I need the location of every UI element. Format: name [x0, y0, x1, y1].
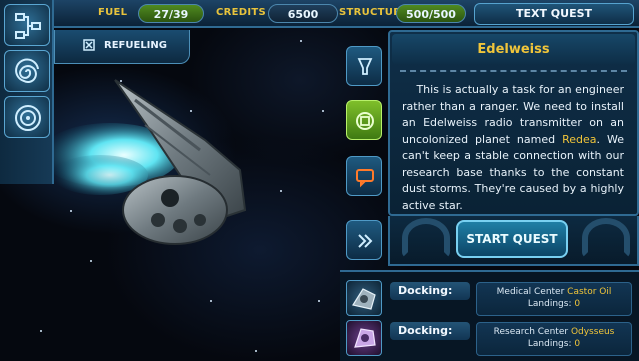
- place-type: Medical Center: [496, 287, 565, 297]
- quest-description[interactable]: This is actually a task for an engineer …: [402, 82, 624, 212]
- fuel-value: 27/39: [138, 4, 204, 23]
- place-name: Odysseus: [570, 327, 615, 337]
- landings-label: Landings:: [527, 299, 572, 309]
- player-ship: [40, 79, 247, 245]
- quest-tab-target[interactable]: [346, 100, 382, 140]
- place-type: Research Center: [493, 327, 569, 337]
- scanner-button[interactable]: [4, 96, 50, 138]
- chat-icon: [356, 169, 374, 188]
- gear-decoration-left: [402, 218, 450, 258]
- fuel-pump-icon: [83, 39, 95, 51]
- quest-tab-column: [340, 34, 388, 266]
- fuel-label: FUEL: [98, 7, 128, 18]
- credits-value: 6500: [268, 4, 338, 23]
- landings-value: 0: [574, 339, 581, 349]
- place-name: Castor Oil: [567, 287, 612, 297]
- divider: [400, 70, 627, 72]
- quest-tab-next[interactable]: [346, 220, 382, 260]
- docking-label: Docking:: [390, 322, 470, 340]
- network-map-icon: [15, 13, 41, 39]
- docking-info: Research Center Odysseus Landings: 0: [476, 322, 632, 356]
- hyperspace-button[interactable]: [4, 50, 50, 92]
- text-quest-tab[interactable]: TEXT QUEST: [474, 3, 634, 25]
- docking-label: Docking:: [390, 282, 470, 300]
- list-item[interactable]: Docking: Research Center Odysseus Landin…: [346, 320, 636, 360]
- goblet-icon: [357, 58, 373, 75]
- landings-value: 0: [574, 299, 581, 309]
- quest-tab-goblet[interactable]: [346, 46, 382, 86]
- start-quest-button[interactable]: START QUEST: [456, 220, 568, 258]
- list-item[interactable]: Docking: Medical Center Castor Oil Landi…: [346, 280, 636, 320]
- chevron-icon: [358, 234, 373, 248]
- radar-icon: [15, 105, 41, 131]
- gear-decoration-right: [582, 218, 630, 258]
- galaxy-map-button[interactable]: [4, 4, 50, 46]
- landings-label: Landings:: [527, 339, 572, 349]
- quest-title: Edelweiss: [477, 42, 550, 57]
- quest-tab-chat[interactable]: [346, 156, 382, 196]
- refueling-label: REFUELING: [104, 40, 167, 51]
- docking-info: Medical Center Castor Oil Landings: 0: [476, 282, 632, 316]
- left-menu: [0, 0, 54, 184]
- target-icon: [356, 112, 374, 130]
- medical-ship-icon: [346, 280, 382, 316]
- planet-name: Redea: [562, 132, 597, 146]
- spiral-icon: [15, 58, 39, 83]
- research-ship-icon: [346, 320, 382, 356]
- credits-label: CREDITS: [216, 7, 267, 18]
- structure-value: 500/500: [396, 4, 466, 23]
